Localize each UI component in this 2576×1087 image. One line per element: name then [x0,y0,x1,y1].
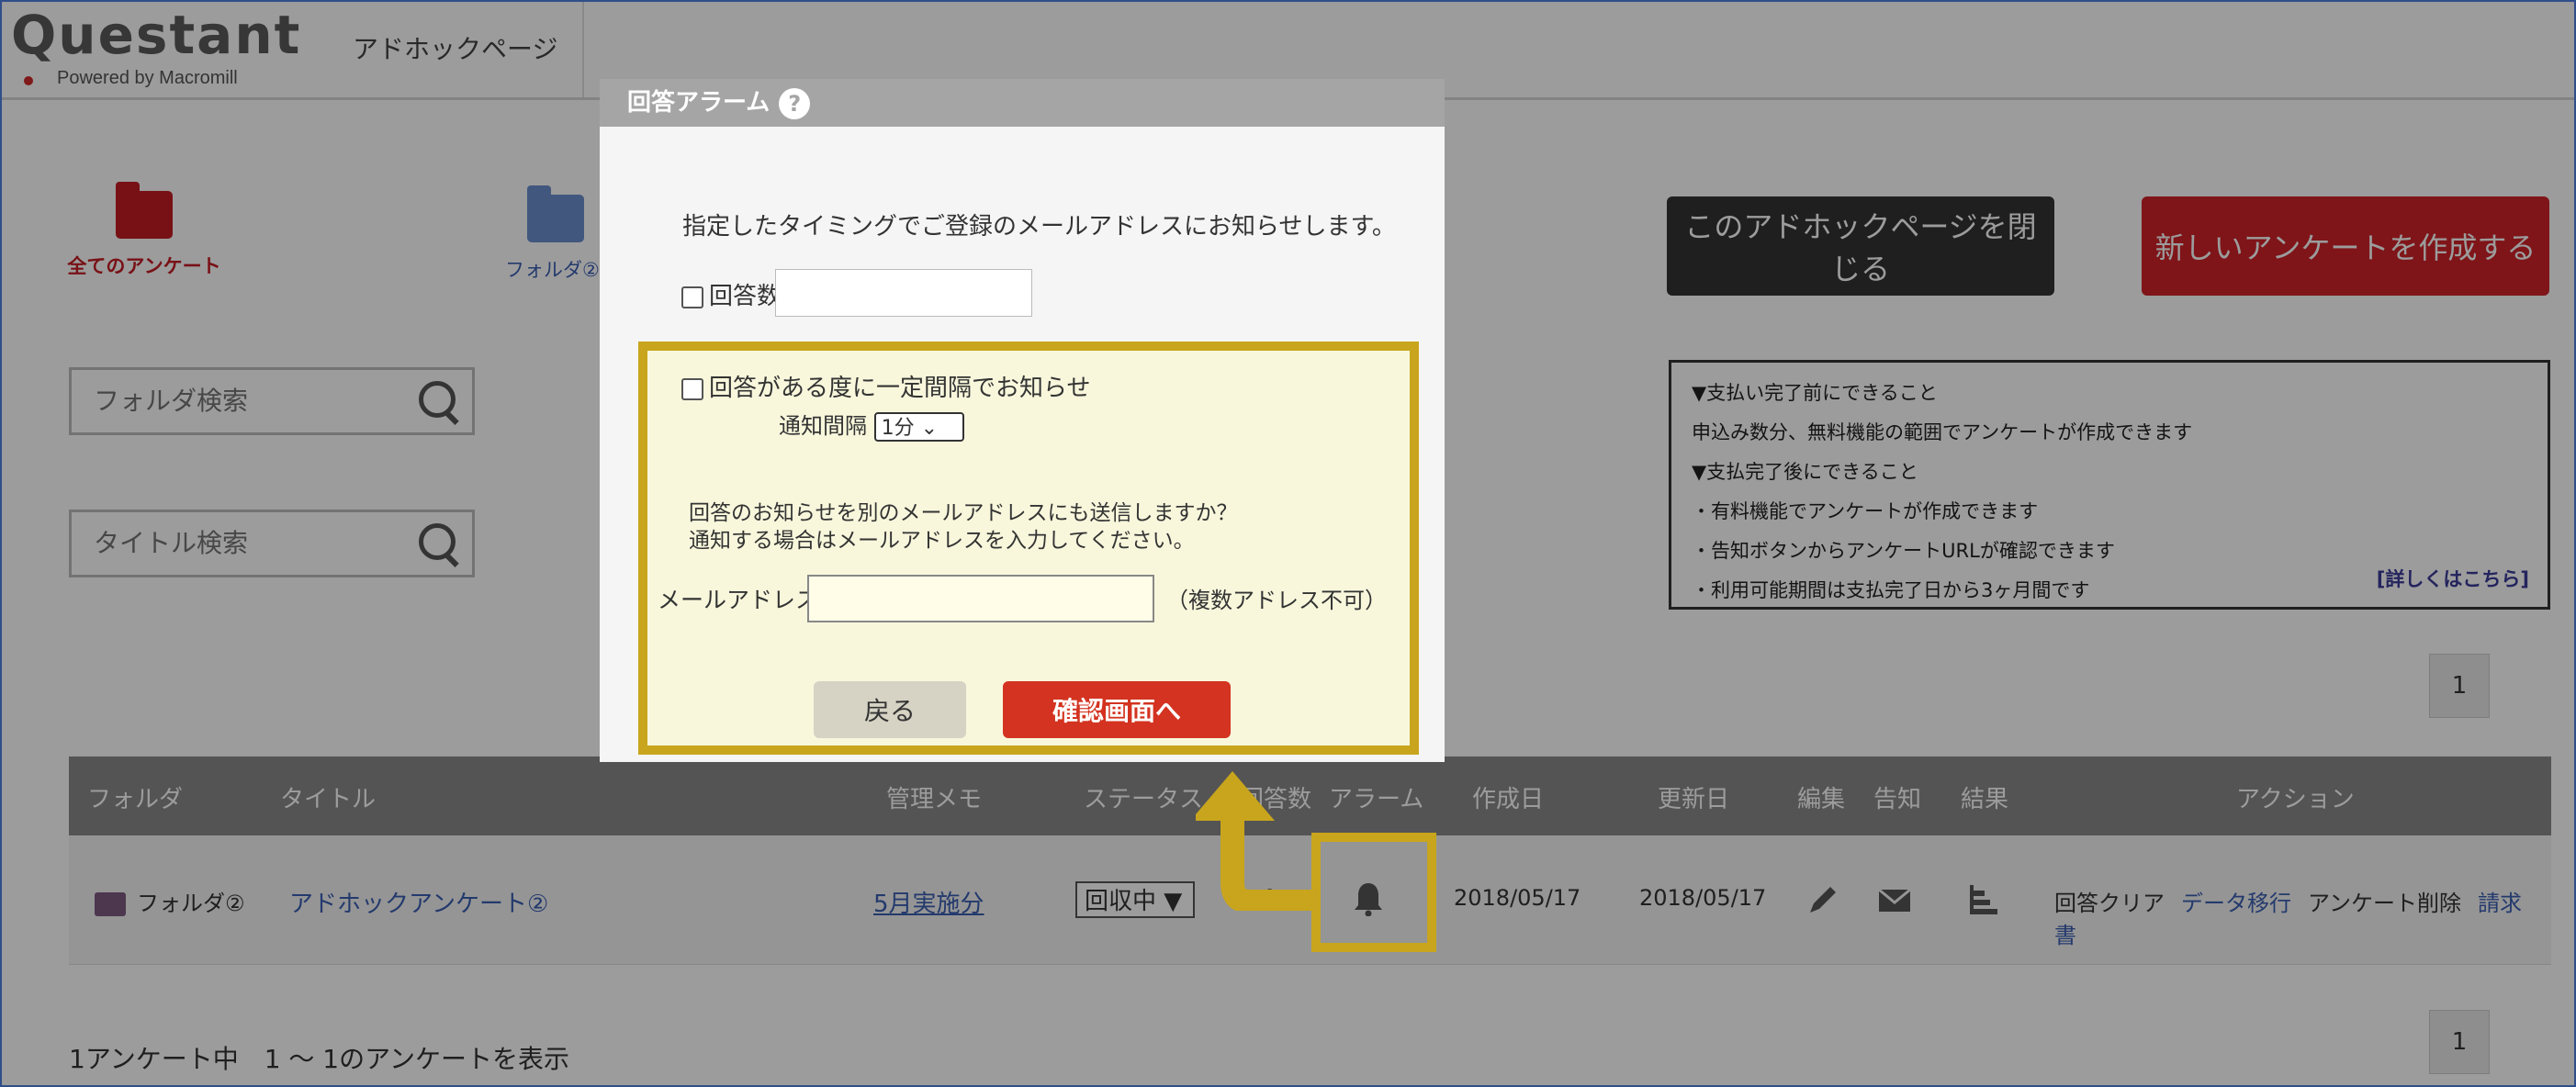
confirm-button[interactable]: 確認画面へ [1003,681,1231,738]
app-frame: Questant Powered by Macromill アドホックページ 全… [0,0,2576,1087]
bell-highlight-box [1311,833,1436,952]
count-label: 回答数 [709,283,782,310]
other-mail-question: 回答のお知らせを別のメールアドレスにも送信しますか？ 通知する場合はメールアドレ… [689,499,1238,555]
interval-option: 回答がある度に一定間隔でお知らせ [681,369,1090,403]
other-mail-q1: 回答のお知らせを別のメールアドレスにも送信しますか？ [689,501,1238,525]
interval-select[interactable]: 1分 ⌄ [873,412,964,442]
modal-header: 回答アラーム? [600,79,1445,127]
arrow-icon [1196,771,1311,911]
count-input[interactable] [775,269,1032,317]
modal-title: 回答アラーム [627,89,771,117]
interval-check-label: 回答がある度に一定間隔でお知らせ [709,375,1091,402]
count-checkbox[interactable] [681,286,703,308]
other-mail-q2: 通知する場合はメールアドレスを入力してください。 [689,529,1195,553]
interval-checkbox[interactable] [681,377,703,400]
modal-intro: 指定したタイミングでご登録のメールアドレスにお知らせします。 [682,213,1396,241]
mail-label: メールアドレス [658,587,819,613]
interval-label: 通知間隔 [779,413,867,439]
mail-input[interactable] [807,575,1154,622]
help-icon[interactable]: ? [779,87,811,119]
interval-value: 1分 [881,417,915,440]
interval-row: 通知間隔 1分 ⌄ [779,408,964,442]
mail-note: （複数アドレス不可） [1166,588,1387,613]
back-button[interactable]: 戻る [814,681,966,738]
count-option: 回答数 [681,277,781,311]
